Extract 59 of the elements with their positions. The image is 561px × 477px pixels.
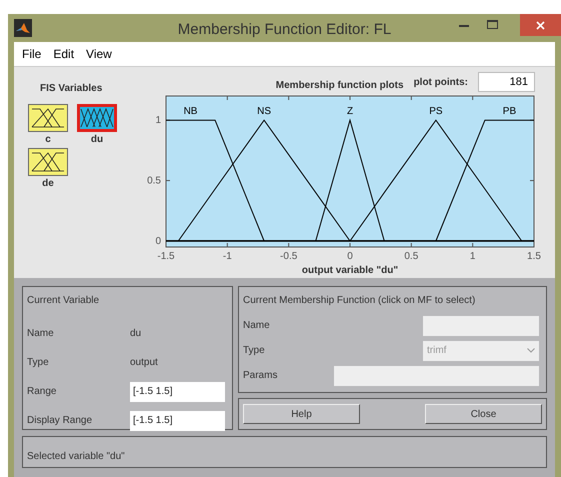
dialog-button[interactable]: Close: [425, 404, 542, 424]
field-label: Name: [27, 327, 55, 341]
field-label: Range: [27, 385, 58, 399]
plot-points-field[interactable]: 181: [478, 72, 535, 92]
close-button[interactable]: [520, 14, 561, 36]
tick-label: 0.5: [147, 176, 161, 187]
mf-label[interactable]: Z: [346, 106, 354, 118]
membership-curve[interactable]: [178, 119, 350, 242]
chevron-icon: [527, 348, 535, 353]
tick-label: 1: [155, 115, 161, 126]
variable-icon[interactable]: [28, 104, 68, 132]
field-value: du: [130, 327, 142, 341]
tick-label: -1.5: [157, 251, 175, 262]
plot-area[interactable]: [166, 96, 534, 248]
membership-curve[interactable]: [435, 120, 534, 242]
variable-label: du: [90, 133, 104, 147]
tick-label: 1.5: [527, 251, 541, 262]
membership-curve[interactable]: [350, 119, 522, 242]
mf-label[interactable]: NS: [257, 106, 272, 118]
axis-title: output variable "du": [302, 265, 398, 276]
panel-title: Current Membership Function (click on MF to select): [243, 294, 476, 308]
membership-curve[interactable]: [315, 118, 385, 242]
membership-curve[interactable]: [166, 120, 265, 242]
field-label: Name: [243, 319, 270, 333]
dialog-button[interactable]: Help: [243, 404, 360, 424]
field-label: Params: [243, 369, 278, 383]
params-field[interactable]: [334, 366, 539, 386]
plot-points-label: plot points:: [414, 76, 468, 90]
tick-label: -1: [222, 251, 232, 262]
section-label: FIS Variables: [40, 82, 104, 96]
mf-label[interactable]: PB: [502, 106, 516, 118]
tick-label: 1: [470, 251, 476, 262]
range-field[interactable]: [-1.5 1.5]: [130, 410, 225, 430]
close-icon: [536, 20, 545, 30]
menu-item[interactable]: View: [86, 45, 112, 63]
field-label: Type: [243, 344, 265, 358]
variable-label: de: [42, 177, 54, 191]
panel-title: Current Variable: [27, 294, 100, 308]
field-value: output: [130, 356, 158, 370]
mf-label[interactable]: PS: [429, 106, 443, 118]
tick-label: -0.5: [280, 251, 298, 262]
app-icon: [14, 19, 32, 37]
mf-label[interactable]: NB: [184, 106, 198, 118]
tick-label: 0: [347, 251, 353, 262]
menu-item[interactable]: Edit: [53, 45, 74, 63]
plot-title: Membership function plots: [276, 78, 404, 92]
status-text: Selected variable "du": [27, 451, 125, 462]
field-label: Type: [27, 356, 50, 370]
field-label: Display Range: [27, 414, 94, 428]
window-title: Membership Function Editor: FL: [176, 20, 392, 40]
variable-icon[interactable]: [77, 104, 117, 132]
tick-label: 0: [155, 236, 161, 247]
name-field[interactable]: [423, 316, 539, 336]
tick-label: 0.5: [404, 251, 418, 262]
range-field[interactable]: [-1.5 1.5]: [130, 382, 225, 402]
maximize-icon[interactable]: [487, 20, 498, 29]
variable-icon[interactable]: [28, 148, 68, 176]
menu-item[interactable]: File: [22, 45, 42, 63]
variable-label: c: [45, 133, 51, 147]
